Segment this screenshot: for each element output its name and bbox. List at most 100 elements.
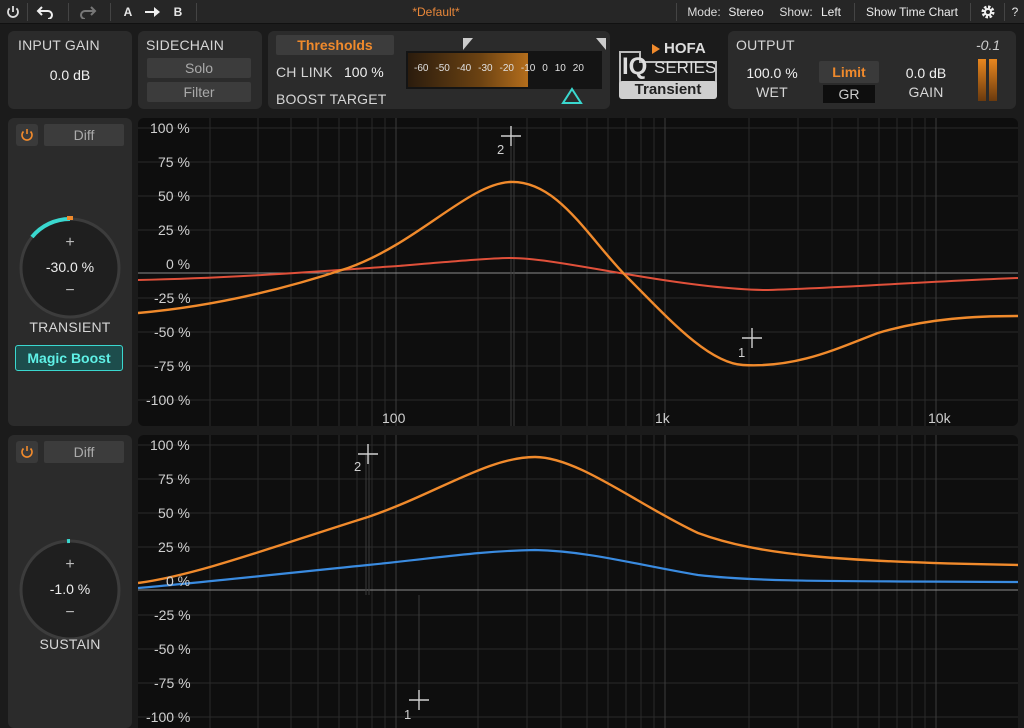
transient-power-icon: [21, 129, 33, 141]
sustain-y-label-minus-100: -100 %: [146, 709, 191, 725]
transient-y-label-minus-25: -25 %: [154, 290, 191, 306]
transient-graph[interactable]: 2 1 100 % 75 % 50 % 25 % 0 % -25 % -50 %…: [138, 118, 1018, 426]
logo-iq: IQ: [622, 53, 648, 80]
threshold-handle-right-icon[interactable]: [595, 37, 607, 51]
input-gain-value[interactable]: 0.0 dB: [8, 67, 132, 83]
transient-label: TRANSIENT: [29, 319, 111, 335]
output-peak-value: -0.1: [976, 37, 1001, 53]
preset-name[interactable]: *Default*: [336, 0, 536, 24]
sustain-knob-value: -1.0 %: [49, 581, 91, 597]
transient-y-label-0: 0 %: [166, 256, 191, 272]
threshold-scale: -60 -50 -40 -30 -20 -10 0 10 20: [414, 63, 584, 74]
ch-link-label: CH LINK: [276, 64, 333, 80]
output-meter-right: [989, 59, 997, 101]
logo-series: SERIES: [654, 58, 717, 77]
limit-button[interactable]: Limit: [819, 61, 879, 83]
freq-label-1k: 1k: [655, 410, 670, 426]
transient-red-curve: [138, 256, 1018, 292]
transient-graph-canvas: [138, 118, 1018, 426]
ab-a-button[interactable]: A: [120, 0, 136, 24]
sidechain-filter-button[interactable]: Filter: [147, 82, 251, 102]
sustain-power-button[interactable]: [16, 441, 38, 463]
redo-icon[interactable]: [76, 0, 100, 24]
help-button[interactable]: ?: [1008, 0, 1022, 24]
transient-diff-button[interactable]: Diff: [44, 124, 124, 146]
boost-target-triangle-icon[interactable]: [561, 87, 583, 105]
transient-y-label-50: 50 %: [158, 188, 190, 204]
show-select[interactable]: Left: [816, 0, 846, 24]
transient-y-label-75: 75 %: [158, 154, 190, 170]
transient-knob[interactable]: + -30.0 % −: [18, 216, 122, 320]
top-bar: A B *Default* Mode: Stereo Show: Left Sh…: [0, 0, 1024, 24]
output-meter-left: [978, 59, 986, 101]
magic-boost-button[interactable]: Magic Boost: [15, 345, 123, 371]
freq-label-10k: 10k: [928, 410, 951, 426]
sustain-handle-1[interactable]: 1: [404, 707, 411, 722]
mode-label: Mode:: [687, 5, 721, 19]
threshold-handle-left-icon[interactable]: [462, 37, 474, 51]
transient-y-label-100: 100 %: [150, 120, 190, 136]
sustain-orange-curve: [138, 455, 1018, 585]
settings-gear-icon[interactable]: [976, 0, 1000, 24]
sustain-y-label-minus-50: -50 %: [154, 641, 191, 657]
hofa-iq-logo: HOFA IQ SERIES Transient: [616, 40, 722, 102]
show-label: Show:: [779, 5, 813, 19]
transient-y-label-minus-50: -50 %: [154, 324, 191, 340]
transient-handle-1[interactable]: 1: [738, 345, 745, 360]
logo-brand: HOFA: [664, 40, 706, 57]
sustain-y-label-0: 0 %: [166, 573, 191, 589]
input-gain-panel: INPUT GAIN 0.0 dB: [8, 31, 132, 109]
show-time-chart-button[interactable]: Show Time Chart: [860, 0, 964, 24]
sustain-label: SUSTAIN: [39, 636, 101, 652]
sustain-minus-icon: −: [65, 604, 75, 621]
transient-y-label-minus-100: -100 %: [146, 392, 191, 408]
sustain-plus-icon: +: [65, 556, 75, 573]
transient-y-label-25: 25 %: [158, 222, 190, 238]
sustain-y-label-minus-75: -75 %: [154, 675, 191, 691]
gr-meter: GR: [823, 85, 875, 103]
input-gain-label: INPUT GAIN: [18, 37, 100, 53]
wet-label: WET: [756, 84, 788, 100]
threshold-meter[interactable]: -60 -50 -40 -30 -20 -10 0 10 20: [406, 51, 602, 89]
sustain-blue-curve: [138, 548, 1018, 590]
thresholds-panel: Thresholds CH LINK 100 % BOOST TARGET -6…: [268, 31, 610, 109]
transient-plus-icon: +: [65, 234, 75, 251]
transient-knob-value: -30.0 %: [45, 259, 95, 275]
sustain-y-label-75: 75 %: [158, 471, 190, 487]
sustain-diff-button[interactable]: Diff: [44, 441, 124, 463]
thresholds-button[interactable]: Thresholds: [276, 35, 394, 55]
ab-copy-arrow-icon[interactable]: [142, 0, 164, 24]
output-gain-label: GAIN: [908, 84, 944, 100]
mode-select[interactable]: Stereo: [724, 0, 768, 24]
output-gain-value[interactable]: 0.0 dB: [894, 65, 958, 81]
wet-value[interactable]: 100.0 %: [740, 65, 804, 81]
sidechain-solo-button[interactable]: Solo: [147, 58, 251, 78]
sustain-control-panel: Diff + -1.0 % − SUSTAIN: [8, 435, 132, 728]
sustain-y-label-50: 50 %: [158, 505, 190, 521]
output-panel: OUTPUT -0.1 100.0 % WET Limit GR 0.0 dB …: [728, 31, 1016, 109]
sustain-handle-1-icon: [409, 690, 429, 710]
transient-y-label-minus-75: -75 %: [154, 358, 191, 374]
power-icon[interactable]: [2, 0, 24, 24]
transient-handle-2[interactable]: 2: [497, 142, 504, 157]
ab-b-button[interactable]: B: [170, 0, 186, 24]
undo-icon[interactable]: [33, 0, 57, 24]
sustain-y-label-minus-25: -25 %: [154, 607, 191, 623]
sustain-y-label-100: 100 %: [150, 437, 190, 453]
sidechain-panel: SIDECHAIN Solo Filter: [138, 31, 262, 109]
boost-target-label: BOOST TARGET: [276, 91, 387, 107]
sustain-y-label-25: 25 %: [158, 539, 190, 555]
sustain-graph[interactable]: 2 1 100 % 75 % 50 % 25 % 0 % -25 % -50 %…: [138, 435, 1018, 728]
transient-minus-icon: −: [65, 282, 75, 299]
sustain-handle-2[interactable]: 2: [354, 459, 361, 474]
sidechain-label: SIDECHAIN: [146, 37, 225, 53]
logo-product: Transient: [634, 81, 702, 98]
output-label: OUTPUT: [736, 37, 795, 53]
sustain-power-icon: [21, 446, 33, 458]
transient-power-button[interactable]: [16, 124, 38, 146]
ch-link-value[interactable]: 100 %: [344, 64, 384, 80]
freq-label-100: 100: [382, 410, 406, 426]
sustain-graph-canvas: [138, 435, 1018, 728]
sustain-knob[interactable]: + -1.0 % −: [18, 538, 122, 642]
transient-control-panel: Diff + -30.0 % − TRANSIENT Magic Boost: [8, 118, 132, 426]
